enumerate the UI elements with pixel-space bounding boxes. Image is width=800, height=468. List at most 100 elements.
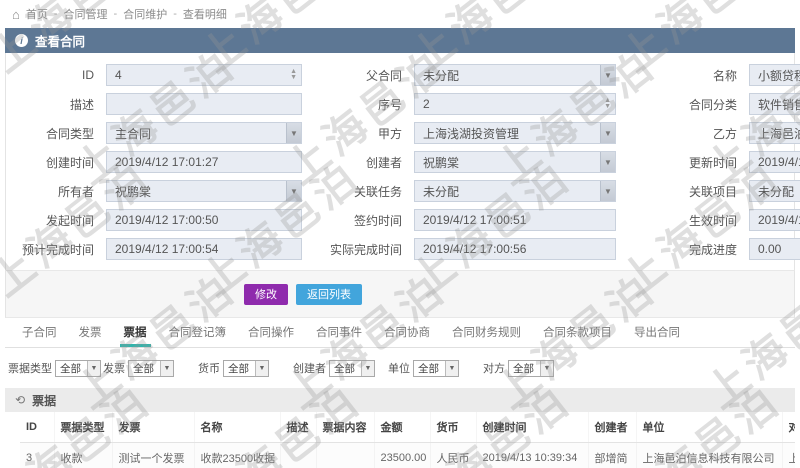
filter-label: 货币	[198, 363, 220, 375]
id-label: ID	[82, 68, 94, 82]
col-unit[interactable]: 单位	[636, 412, 783, 443]
effective-time-field[interactable]: 2019/4/12 17:0	[749, 209, 800, 231]
col-name[interactable]: 名称	[194, 412, 281, 443]
description-label: 描述	[69, 97, 94, 112]
category-label: 合同分类	[688, 97, 737, 112]
contract-name-value: 小额贷程序化交	[758, 68, 800, 83]
filter-label: 发票	[103, 363, 125, 375]
sequence-field[interactable]: 2 ▲ ▼	[414, 93, 616, 115]
owner-value: 祝鹏棠	[115, 184, 152, 199]
form-actions: 修改 返回列表	[5, 270, 795, 318]
chevron-down-icon[interactable]: ▼	[540, 360, 553, 376]
actual-finish-value: 2019/4/12 17:00:56	[423, 242, 527, 256]
filter-label: 创建者	[293, 363, 326, 375]
create-time-field[interactable]: 2019/4/12 17:01:27	[106, 151, 302, 173]
cell-counterparty: 上海富锦	[782, 442, 795, 468]
party-a-select[interactable]: 上海浅湖投资管理 ▼	[414, 122, 616, 144]
tab-contract-register[interactable]: 合同登记簿	[167, 318, 229, 347]
stepper-icon[interactable]: ▲ ▼	[604, 95, 611, 113]
breadcrumb-separator: -	[113, 8, 118, 20]
col-creator[interactable]: 创建者	[588, 412, 637, 443]
tab-contract-clause-item[interactable]: 合同条款项目	[541, 318, 614, 347]
sign-time-label: 签约时间	[353, 213, 402, 228]
related-project-select[interactable]: 未分配	[749, 180, 800, 202]
description-field[interactable]	[106, 93, 302, 115]
breadcrumb: ⌂ 首页 - 合同管理 - 合同维护 - 查看明细	[0, 0, 800, 28]
tab-contract-negotiation[interactable]: 合同协商	[382, 318, 432, 347]
chevron-down-icon[interactable]: ▼	[600, 152, 615, 172]
owner-select[interactable]: 祝鹏棠 ▼	[106, 180, 302, 202]
contract-type-label: 合同类型	[45, 126, 94, 141]
chevron-down-icon[interactable]: ▼	[286, 123, 301, 143]
chevron-down-icon[interactable]: ▼	[600, 65, 615, 85]
tab-invoice[interactable]: 发票	[77, 318, 104, 347]
col-ticket-type[interactable]: 票据类型	[54, 412, 113, 443]
col-counterparty[interactable]: 对方	[782, 412, 795, 443]
update-time-label: 更新时间	[688, 155, 737, 170]
chevron-down-icon[interactable]: ▼	[255, 360, 268, 376]
creator-select[interactable]: 祝鹏棠 ▼	[414, 151, 616, 173]
col-id[interactable]: ID	[20, 412, 55, 443]
unit-select[interactable]: 全部 ▼	[413, 359, 459, 377]
chevron-down-icon[interactable]: ▼	[286, 181, 301, 201]
table-row[interactable]: 3 收款 测试一个发票 收款23500收据 23500.00 人民币 2019/…	[20, 442, 795, 468]
breadcrumb-item-contract-mgmt[interactable]: 合同管理	[64, 6, 108, 22]
tab-sub-contract[interactable]: 子合同	[20, 318, 59, 347]
invoice-select[interactable]: 全部 ▼	[128, 359, 174, 377]
page-title: 查看合同	[35, 35, 86, 49]
chevron-down-icon[interactable]: ▼	[445, 360, 458, 376]
breadcrumb-item-view-detail[interactable]: 查看明细	[183, 6, 227, 22]
contract-name-field[interactable]: 小额贷程序化交	[749, 64, 800, 86]
col-create-time[interactable]: 创建时间	[476, 412, 589, 443]
contract-category-field[interactable]: 软件销售合同	[749, 93, 800, 115]
tab-tickets[interactable]: 票据	[119, 318, 151, 347]
col-ticket-content[interactable]: 票据内容	[316, 412, 375, 443]
breadcrumb-item-home[interactable]: 首页	[26, 6, 48, 22]
back-to-list-button[interactable]: 返回列表	[296, 283, 362, 305]
initiate-time-field[interactable]: 2019/4/12 17:00:50	[106, 209, 302, 231]
chevron-down-icon[interactable]: ▼	[600, 123, 615, 143]
cell-id: 3	[20, 442, 55, 468]
actual-finish-field[interactable]: 2019/4/12 17:00:56	[414, 238, 616, 260]
col-invoice[interactable]: 发票	[112, 412, 195, 443]
breadcrumb-item-contract-maintain[interactable]: 合同维护	[123, 6, 167, 22]
currency-select[interactable]: 全部 ▼	[223, 359, 269, 377]
counterparty-select[interactable]: 全部 ▼	[508, 359, 554, 377]
filter-value: 全部	[513, 362, 534, 375]
update-time-field[interactable]: 2019/4/12 17:0	[749, 151, 800, 173]
chevron-down-icon[interactable]: ▼	[160, 360, 173, 376]
creator-label: 创建者	[365, 155, 402, 170]
stepper-icon[interactable]: ▲ ▼	[290, 66, 297, 84]
home-icon: ⌂	[12, 6, 20, 22]
tickets-section-title: 票据	[32, 393, 57, 408]
ticket-type-select[interactable]: 全部 ▼	[55, 359, 101, 377]
sign-time-field[interactable]: 2019/4/12 17:00:51	[414, 209, 616, 231]
modify-button[interactable]: 修改	[244, 283, 288, 305]
chevron-down-icon[interactable]: ▼	[600, 181, 615, 201]
filter-value: 全部	[418, 362, 439, 375]
col-currency[interactable]: 货币	[430, 412, 477, 443]
col-amount[interactable]: 金额	[374, 412, 431, 443]
chevron-down-icon[interactable]: ▼	[87, 360, 100, 376]
estimated-finish-field[interactable]: 2019/4/12 17:00:54	[106, 238, 302, 260]
cell-unit: 上海邑泊信息科技有限公司	[636, 442, 783, 468]
progress-value: 0.00	[758, 242, 782, 256]
id-field[interactable]: 4 ▲ ▼	[106, 64, 302, 86]
party-b-select[interactable]: 上海邑泊信息	[749, 122, 800, 144]
related-task-select[interactable]: 未分配 ▼	[414, 180, 616, 202]
table-header-row: ID 票据类型 发票 名称 描述 票据内容 金额 货币 创建时间 创建者 单位 …	[20, 412, 795, 443]
tab-export-contract[interactable]: 导出合同	[632, 318, 682, 347]
filter-value: 全部	[60, 362, 81, 375]
related-task-label: 关联任务	[353, 184, 402, 199]
cell-ticket-type: 收款	[54, 442, 113, 468]
col-description[interactable]: 描述	[280, 412, 317, 443]
chevron-down-icon[interactable]: ▼	[361, 360, 374, 376]
tab-contract-operation[interactable]: 合同操作	[246, 318, 296, 347]
contract-type-select[interactable]: 主合同 ▼	[106, 122, 302, 144]
parent-contract-select[interactable]: 未分配 ▼	[414, 64, 616, 86]
completion-progress-field[interactable]: 0.00	[749, 238, 800, 260]
tab-contract-event[interactable]: 合同事件	[314, 318, 364, 347]
filter-label: 单位	[388, 363, 410, 375]
creator-filter-select[interactable]: 全部 ▼	[329, 359, 375, 377]
tab-contract-finance-rule[interactable]: 合同财务规则	[450, 318, 523, 347]
